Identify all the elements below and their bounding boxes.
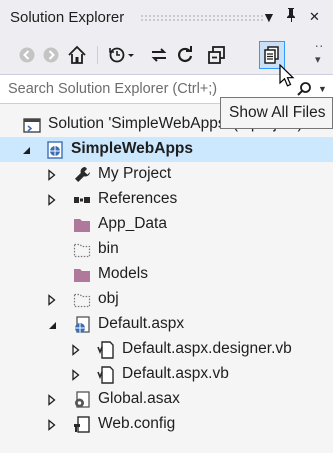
config-icon xyxy=(72,415,92,435)
vb-file-icon xyxy=(96,340,116,360)
pin-icon[interactable] xyxy=(284,7,298,28)
dotted-folder-icon xyxy=(72,290,92,310)
tree-item-label: My Project xyxy=(98,165,172,182)
tree-item-label: bin xyxy=(98,240,119,257)
tree-item-label: Global.asax xyxy=(98,390,180,407)
collapse-all-button[interactable] xyxy=(204,41,230,69)
tree-item-label: obj xyxy=(98,290,119,307)
toolbar-overflow-icon[interactable]: ⋅⋅ ▾ xyxy=(315,40,324,66)
expanded-arrow-icon[interactable] xyxy=(46,318,58,330)
tooltip-text: Show All Files xyxy=(229,104,326,121)
tree-item-label: Default.aspx.designer.vb xyxy=(122,340,292,357)
solution-tree: Solution 'SimpleWebApps' (1 project) Simp… xyxy=(0,104,333,453)
solution-icon xyxy=(22,115,42,135)
wrench-icon xyxy=(72,165,92,185)
folder-icon xyxy=(72,265,92,285)
web-form-icon xyxy=(72,315,92,335)
collapsed-arrow-icon[interactable] xyxy=(46,168,58,181)
tree-item[interactable]: Default.aspx xyxy=(0,312,333,337)
collapsed-arrow-icon[interactable] xyxy=(70,343,82,356)
expanded-arrow-icon[interactable] xyxy=(20,143,32,155)
tree-item[interactable]: SimpleWebApps xyxy=(0,137,333,162)
refresh-button[interactable] xyxy=(172,41,198,69)
tree-item[interactable]: Web.config xyxy=(0,412,333,437)
home-icon xyxy=(68,45,86,64)
show-all-files-icon xyxy=(264,46,279,64)
tree-item[interactable]: Models xyxy=(0,262,333,287)
tree-item-label: SimpleWebApps xyxy=(71,140,194,157)
mouse-cursor-icon xyxy=(279,64,295,87)
tree-item-label: App_Data xyxy=(98,215,167,232)
global-asax-icon xyxy=(72,390,92,410)
back-button[interactable] xyxy=(14,41,40,69)
collapse-all-icon xyxy=(208,46,225,64)
sync-arrows-icon xyxy=(151,48,167,62)
sync-with-active-document-button[interactable] xyxy=(146,41,172,69)
window-position-dropdown-icon[interactable]: ▼ xyxy=(262,7,276,27)
collapsed-arrow-icon[interactable] xyxy=(46,193,58,206)
pending-changes-filter-button[interactable] xyxy=(104,41,140,69)
search-input[interactable] xyxy=(8,79,273,99)
tree-item-label: Default.aspx.vb xyxy=(122,365,229,382)
collapsed-arrow-icon[interactable] xyxy=(70,368,82,381)
tree-item-label: Models xyxy=(98,265,148,282)
tree-item[interactable]: My Project xyxy=(0,162,333,187)
tree-item[interactable]: Default.aspx.vb xyxy=(0,362,333,387)
collapsed-arrow-icon[interactable] xyxy=(46,293,58,306)
panel-title: Solution Explorer xyxy=(10,9,125,26)
tree-item[interactable]: obj xyxy=(0,287,333,312)
collapsed-arrow-icon[interactable] xyxy=(46,418,58,431)
collapsed-arrow-icon[interactable] xyxy=(46,393,58,406)
web-project-icon xyxy=(45,140,65,160)
forward-arrow-icon xyxy=(43,47,59,63)
tree-item[interactable]: Default.aspx.designer.vb xyxy=(0,337,333,362)
clock-dropdown-icon xyxy=(109,47,134,63)
title-bar: Solution Explorer ▼ ✕ xyxy=(0,0,333,36)
home-button[interactable] xyxy=(64,41,90,69)
close-icon[interactable]: ✕ xyxy=(309,7,320,27)
solution-explorer-panel: Solution Explorer ▼ ✕ ⋅⋅ ▾ Search Soluti… xyxy=(0,0,333,453)
tree-item-label: Default.aspx xyxy=(98,315,185,332)
drag-grip[interactable] xyxy=(140,14,265,21)
references-icon xyxy=(72,190,92,210)
folder-icon xyxy=(72,215,92,235)
back-arrow-icon xyxy=(19,47,35,63)
tree-item[interactable]: App_Data xyxy=(0,212,333,237)
tree-item[interactable]: bin xyxy=(0,237,333,262)
tree-item[interactable]: References xyxy=(0,187,333,212)
tree-item-label: References xyxy=(98,190,178,207)
tree-item-label: Web.config xyxy=(98,415,176,432)
tree-item[interactable]: Global.asax xyxy=(0,387,333,412)
forward-button[interactable] xyxy=(38,41,64,69)
toolbar-separator xyxy=(97,46,98,64)
refresh-icon xyxy=(178,46,193,63)
dotted-folder-icon xyxy=(72,240,92,260)
search-options-chevron-down-icon[interactable]: ▼ xyxy=(318,84,327,94)
show-all-files-tooltip: Show All Files xyxy=(220,97,333,129)
vb-file-icon xyxy=(96,365,116,385)
search-icon[interactable] xyxy=(296,81,312,97)
